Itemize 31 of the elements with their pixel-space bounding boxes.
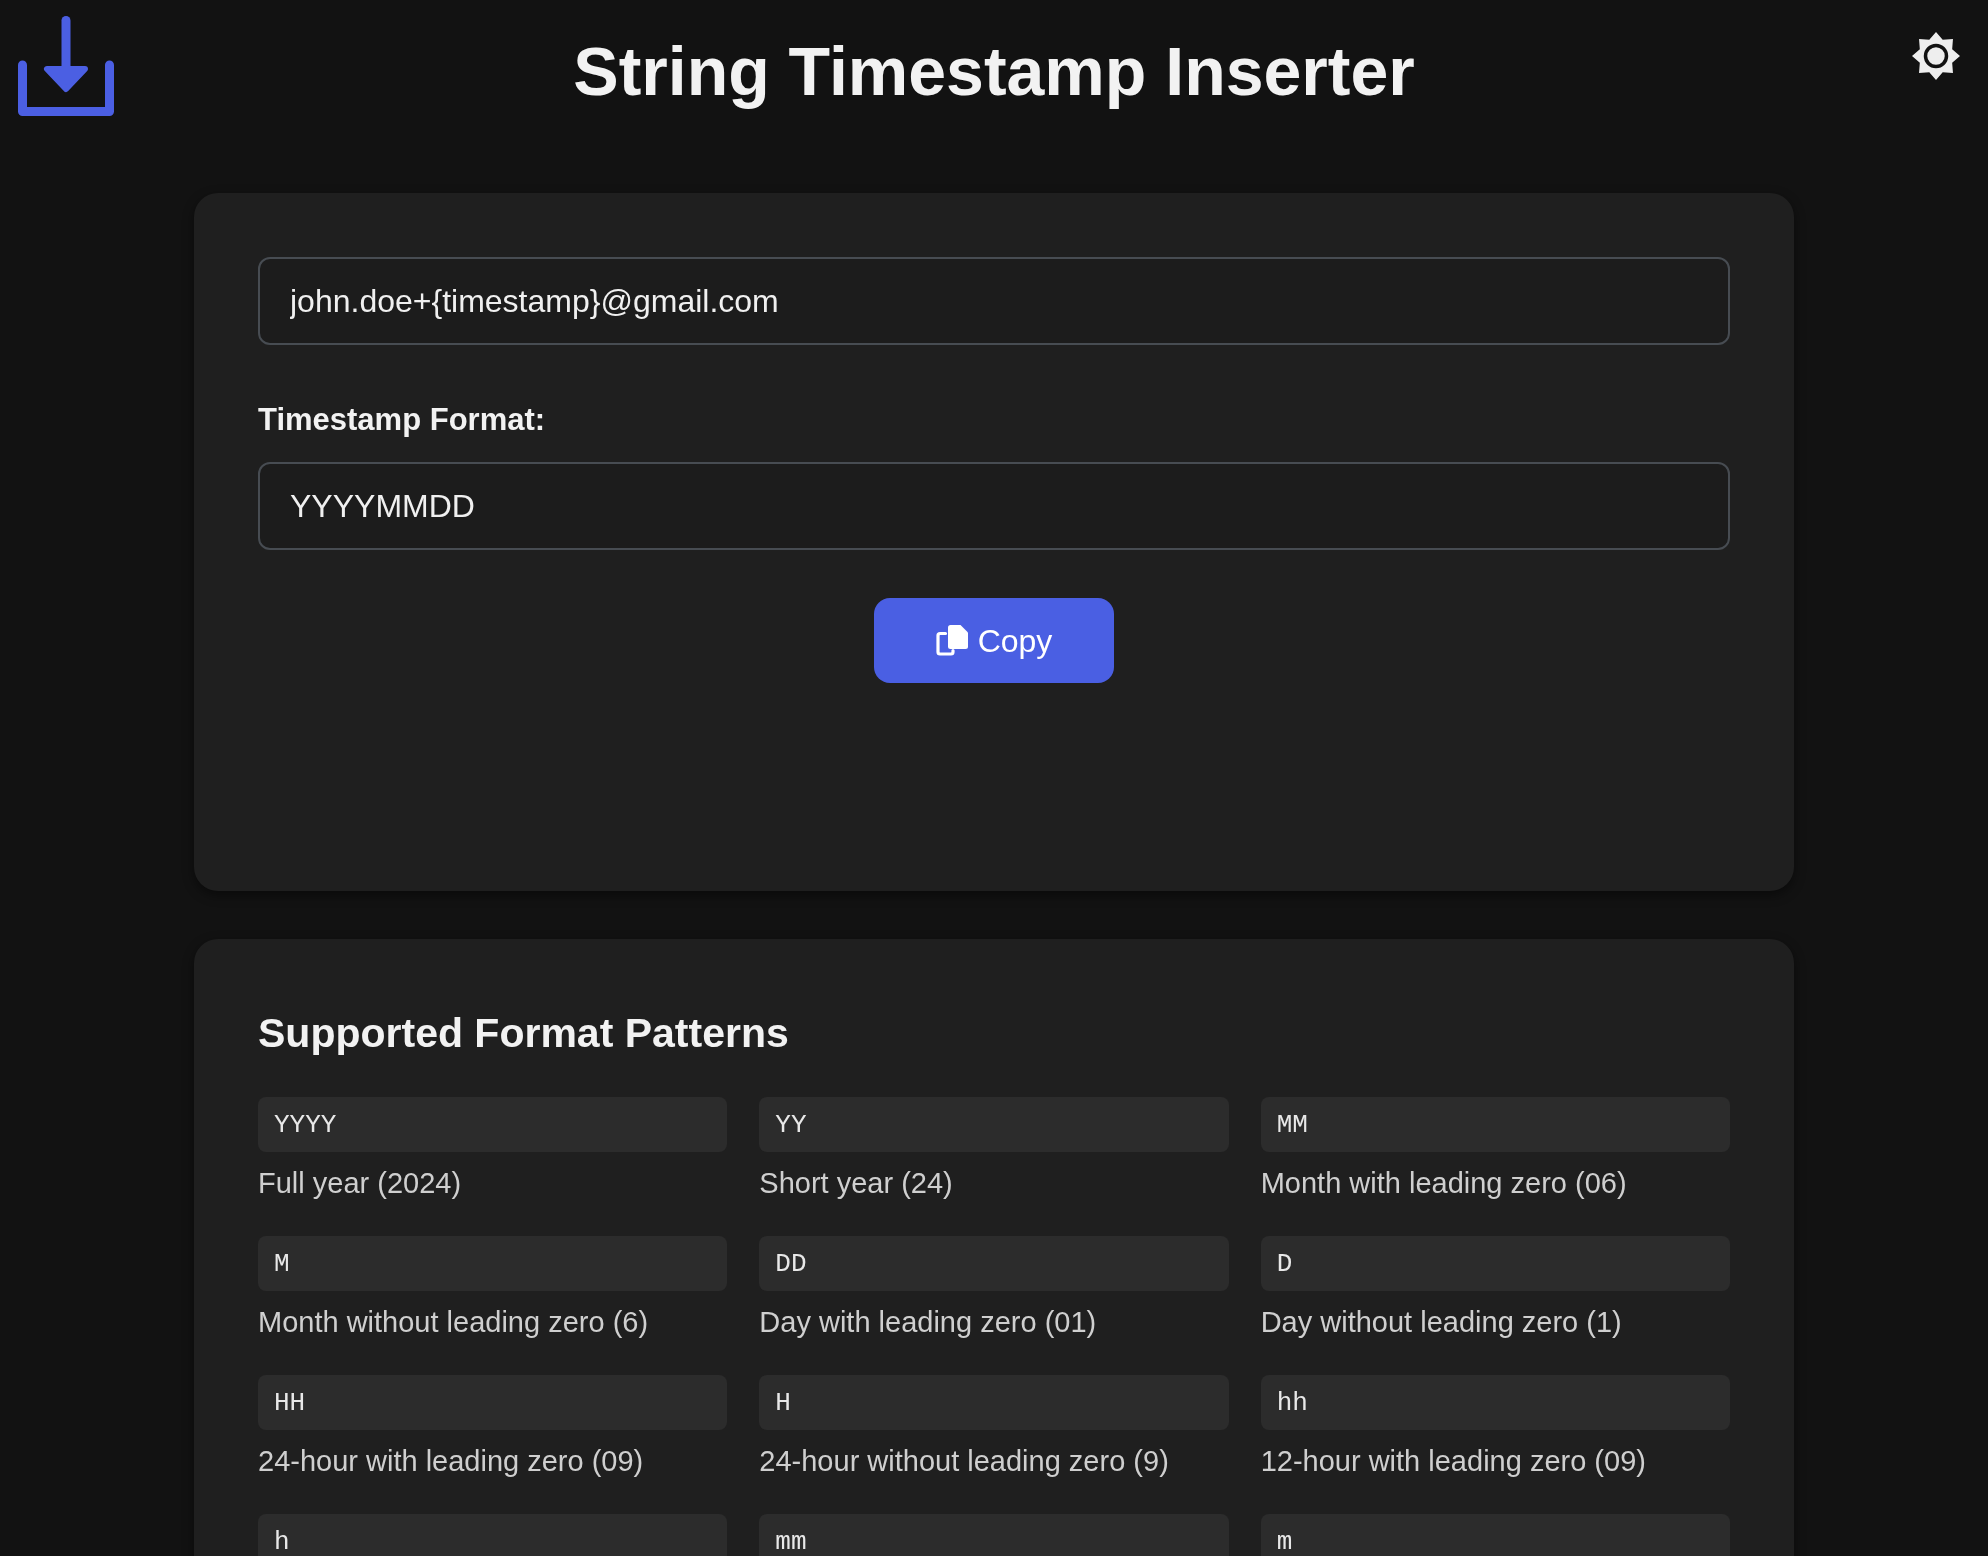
pattern-code: H	[759, 1375, 1229, 1430]
pattern-description: Day with leading zero (01)	[759, 1305, 1097, 1340]
pattern-code: hh	[1260, 1375, 1730, 1430]
pattern-description: Month with leading zero (06)	[1260, 1166, 1627, 1201]
pattern-description: 24-hour without leading zero (9)	[759, 1444, 1169, 1479]
pattern-code: D	[1260, 1236, 1730, 1291]
pattern-description: Short year (24)	[759, 1166, 953, 1201]
pattern-code: YYYY	[258, 1097, 728, 1152]
pattern-code: mm	[759, 1514, 1229, 1556]
copy-button[interactable]: Copy	[874, 598, 1114, 683]
pattern-code: HH	[258, 1375, 728, 1430]
pattern-code: MM	[1260, 1097, 1730, 1152]
pattern-code: DD	[759, 1236, 1229, 1291]
pattern-description: Month without leading zero (6)	[258, 1305, 649, 1340]
template-input[interactable]: john.doe+{timestamp}@gmail.com	[258, 257, 1730, 345]
format-label: Timestamp Format:	[258, 402, 546, 438]
copy-icon	[935, 625, 968, 656]
sun-icon	[1912, 32, 1960, 80]
pattern-description: Full year (2024)	[258, 1166, 462, 1201]
pattern-code: YY	[759, 1097, 1229, 1152]
pattern-description: 24-hour with leading zero (09)	[258, 1444, 644, 1479]
download-icon	[18, 16, 114, 116]
format-input[interactable]: YYYYMMDD	[258, 462, 1730, 550]
patterns-heading: Supported Format Patterns	[258, 1009, 789, 1057]
pattern-code: m	[1260, 1514, 1730, 1556]
app-title: String Timestamp Inserter	[573, 32, 1415, 110]
pattern-code: h	[258, 1514, 728, 1556]
pattern-description: 12-hour with leading zero (09)	[1260, 1444, 1646, 1479]
pattern-code: M	[258, 1236, 728, 1291]
pattern-description: Day without leading zero (1)	[1260, 1305, 1622, 1340]
theme-toggle-button[interactable]	[1912, 32, 1960, 80]
